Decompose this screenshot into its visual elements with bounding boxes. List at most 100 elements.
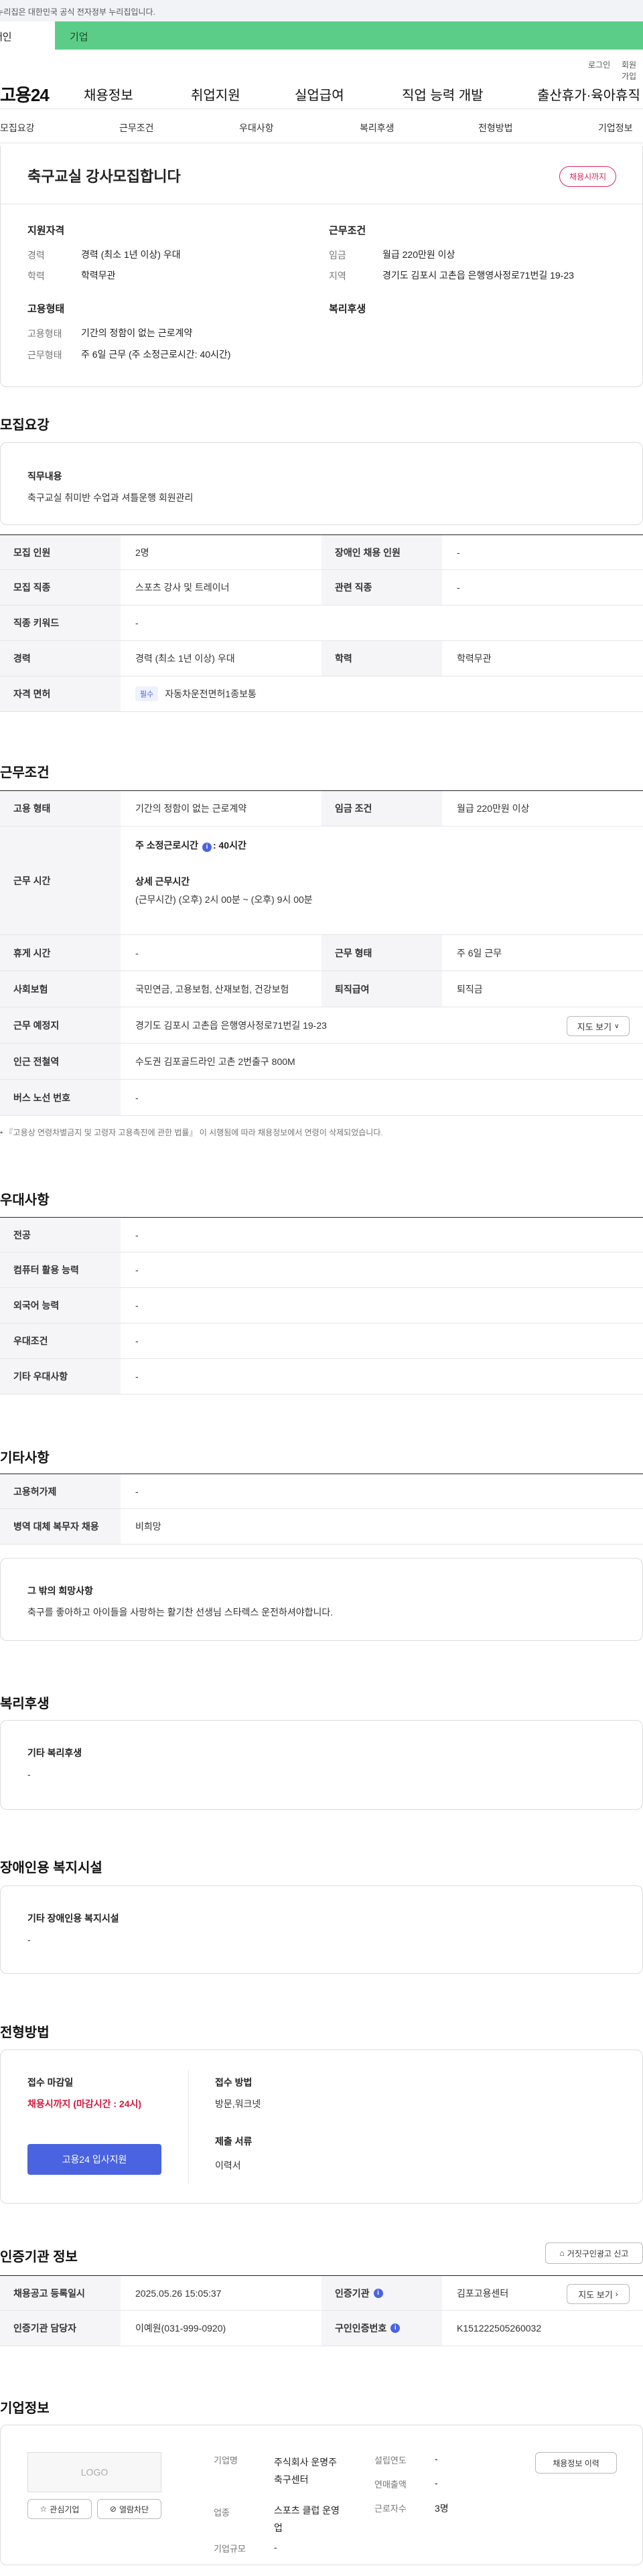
age-law-note: • 『고용상 연령차별금지 및 고령자 고용촉진에 관한 법률』 이 시행됨에 …	[0, 1128, 383, 1137]
reg-date-label: 채용공고 등록일시	[0, 2276, 121, 2310]
job-summary-card: 축구교실 강사모집합니다 채용시까지 지원자격 경력 경력 (최소 1년 이상)…	[0, 146, 643, 387]
block-icon: ⊘	[109, 2504, 117, 2514]
org-map-button[interactable]: 지도 보기 ›	[567, 2284, 630, 2304]
anchor-work[interactable]: 근무조건	[119, 121, 154, 135]
gnb-menu-leave[interactable]: 출산휴가·육아휴직	[537, 84, 640, 104]
deadline-value: 채용시까지 (마감시간 : 24시)	[27, 2098, 142, 2109]
detail-hours-value: (근무시간) (오후) 2시 00분 ~ (오후) 9시 00분	[135, 894, 313, 905]
insurance-value: 국민연금, 고용보험, 산재보험, 건강보험	[135, 983, 289, 995]
site-logo[interactable]: 고용24	[0, 82, 50, 106]
wage-value: 월급 220만원 이상	[457, 803, 530, 814]
table-row: 근무 예정지 경기도 김포시 고촌읍 은행영사정로71번길 19-23 지도 보…	[0, 1007, 643, 1044]
user-type-tabs: 개인 기업	[0, 21, 643, 50]
block-view-button[interactable]: ⊘ 열람차단	[97, 2499, 161, 2519]
tab-company[interactable]: 기업	[55, 21, 643, 50]
table-row: 경력 경력 (최소 1년 이상) 우대 학력 학력무관	[0, 641, 643, 676]
table-row: 버스 노선 번호 -	[0, 1080, 643, 1116]
gnb-menu-support[interactable]: 취업지원	[191, 84, 240, 104]
process-section-title: 전형방법	[0, 2025, 50, 2040]
keyword-value: -	[135, 618, 139, 628]
history-button[interactable]: 채용정보 이력	[535, 2452, 617, 2474]
chevron-right-icon: ›	[615, 2289, 618, 2299]
disabled-value: -	[457, 547, 460, 558]
favorite-company-button[interactable]: ☆ 관심기업	[27, 2499, 92, 2519]
edu-value: 학력무관	[457, 653, 492, 664]
company-logo: LOGO	[27, 2452, 161, 2492]
hours-label: 근무 시간	[0, 827, 121, 934]
manager-label: 인증기관 담당자	[0, 2311, 121, 2346]
duty-heading: 직무내용	[27, 471, 62, 482]
work-form-label: 근무 형태	[322, 935, 442, 971]
military-label: 병역 대체 복무자 채용	[0, 1509, 121, 1544]
career-value: 경력 (최소 1년 이상) 우대	[81, 249, 181, 260]
deadline-heading: 접수 마감일	[27, 2077, 74, 2088]
global-nav: 고용24 채용정보 취업지원 실업급여 직업 능력 개발 출산휴가·육아휴직	[0, 70, 643, 109]
table-row: 기타 우대사항 -	[0, 1359, 643, 1394]
gnb-menu-jobs[interactable]: 채용정보	[84, 84, 133, 104]
military-value: 비희망	[135, 1521, 161, 1532]
method-heading: 접수 방법	[215, 2077, 253, 2088]
wage-label: 임금	[329, 250, 346, 261]
revenue-label: 연매출액	[374, 2480, 407, 2490]
report-button[interactable]: ⌂ 거짓구인광고 신고	[545, 2242, 643, 2264]
disab-card: 기타 장애인용 복지시설 -	[0, 1885, 643, 1974]
gnb-menu-benefit[interactable]: 실업급여	[295, 84, 344, 104]
table-row: 인증기관 담당자 이예원(031-999-0920) 구인인증번호 i K1512…	[0, 2311, 643, 2346]
table-row: 자격 면허 필수 자동차운전면허1종보통	[0, 676, 643, 712]
permit-value: -	[135, 1486, 139, 1497]
table-row: 고용 형태 기간의 정함이 없는 근로계약 임금 조건 월급 220만원 이상	[0, 790, 643, 827]
table-row: 우대조건 -	[0, 1323, 643, 1359]
bus-label: 버스 노선 번호	[0, 1080, 121, 1115]
tab-personal[interactable]: 개인	[0, 21, 55, 50]
anchor-pref[interactable]: 우대사항	[239, 121, 274, 135]
company-name-label: 기업명	[214, 2455, 238, 2465]
career-value: 경력 (최소 1년 이상) 우대	[135, 653, 235, 664]
emp-type-label: 고용 형태	[0, 791, 121, 826]
apply-button[interactable]: 고용24 입사지원	[27, 2144, 161, 2175]
work-form-value: 주 6일 근무 (주 소정근로시간: 40시간)	[81, 349, 231, 360]
table-row: 컴퓨터 활용 능력 -	[0, 1253, 643, 1288]
table-row: 인근 전철역 수도권 김포골드라인 고촌 2번출구 800M	[0, 1044, 643, 1080]
pc-label: 컴퓨터 활용 능력	[0, 1253, 121, 1287]
cert-section-title: 인증기관 정보	[0, 2250, 78, 2265]
count-value: 2명	[135, 547, 149, 558]
docs-value: 이력서	[215, 2160, 241, 2171]
pc-value: -	[135, 1265, 139, 1275]
table-row: 모집 인원 2명 장애인 채용 인원 -	[0, 534, 643, 570]
table-row: 채용공고 등록일시 2025.05.26 15:05:37 인증기관 i 김포고용…	[0, 2275, 643, 2311]
est-label: 설립연도	[374, 2455, 407, 2465]
emp-type-label: 고용형태	[27, 328, 62, 339]
welfare-section-title: 복리후생	[0, 1697, 50, 1711]
docs-heading: 제출 서류	[215, 2136, 253, 2147]
map-button[interactable]: 지도 보기 ∨	[567, 1016, 630, 1036]
company-name-value: 주식회사 운명주 축구센터	[274, 2457, 338, 2485]
other-section-title: 기타사항	[0, 1451, 50, 1465]
cert-no-value: K151222505260032	[457, 2323, 542, 2334]
work-section-title: 근무조건	[0, 766, 50, 780]
table-row: 외국어 능력 -	[0, 1288, 643, 1323]
rest-label: 휴게 시간	[0, 935, 121, 971]
anchor-recruit[interactable]: 모집요강	[0, 121, 35, 135]
size-label: 기업규모	[214, 2544, 246, 2554]
info-icon[interactable]: i	[202, 843, 212, 852]
edu-label: 학력	[322, 641, 442, 676]
table-row: 모집 직종 스포츠 강사 및 트레이너 관련 직종 -	[0, 570, 643, 605]
rel-value: -	[457, 582, 460, 593]
manager-value: 이예원(031-999-0920)	[135, 2323, 226, 2334]
cond-heading: 근무조건	[329, 225, 366, 236]
anchor-process[interactable]: 전형방법	[478, 121, 513, 135]
table-row: 휴게 시간 - 근무 형태 주 6일 근무	[0, 935, 643, 971]
gnb-menu-training[interactable]: 직업 능력 개발	[402, 84, 484, 104]
anchor-company[interactable]: 기업정보	[598, 121, 633, 135]
keyword-label: 직종 키워드	[0, 605, 121, 640]
major-label: 전공	[0, 1218, 121, 1252]
info-icon[interactable]: i	[390, 2323, 401, 2333]
chevron-down-icon: ∨	[614, 1022, 620, 1030]
major-value: -	[135, 1229, 139, 1240]
info-icon[interactable]: i	[373, 2288, 383, 2298]
region-label: 지역	[329, 271, 346, 281]
wage-label: 임금 조건	[322, 791, 442, 826]
anchor-welfare[interactable]: 복리후생	[360, 121, 395, 135]
login-link[interactable]: 로그인	[588, 59, 610, 70]
pref-etc-label: 기타 우대사항	[0, 1359, 121, 1394]
